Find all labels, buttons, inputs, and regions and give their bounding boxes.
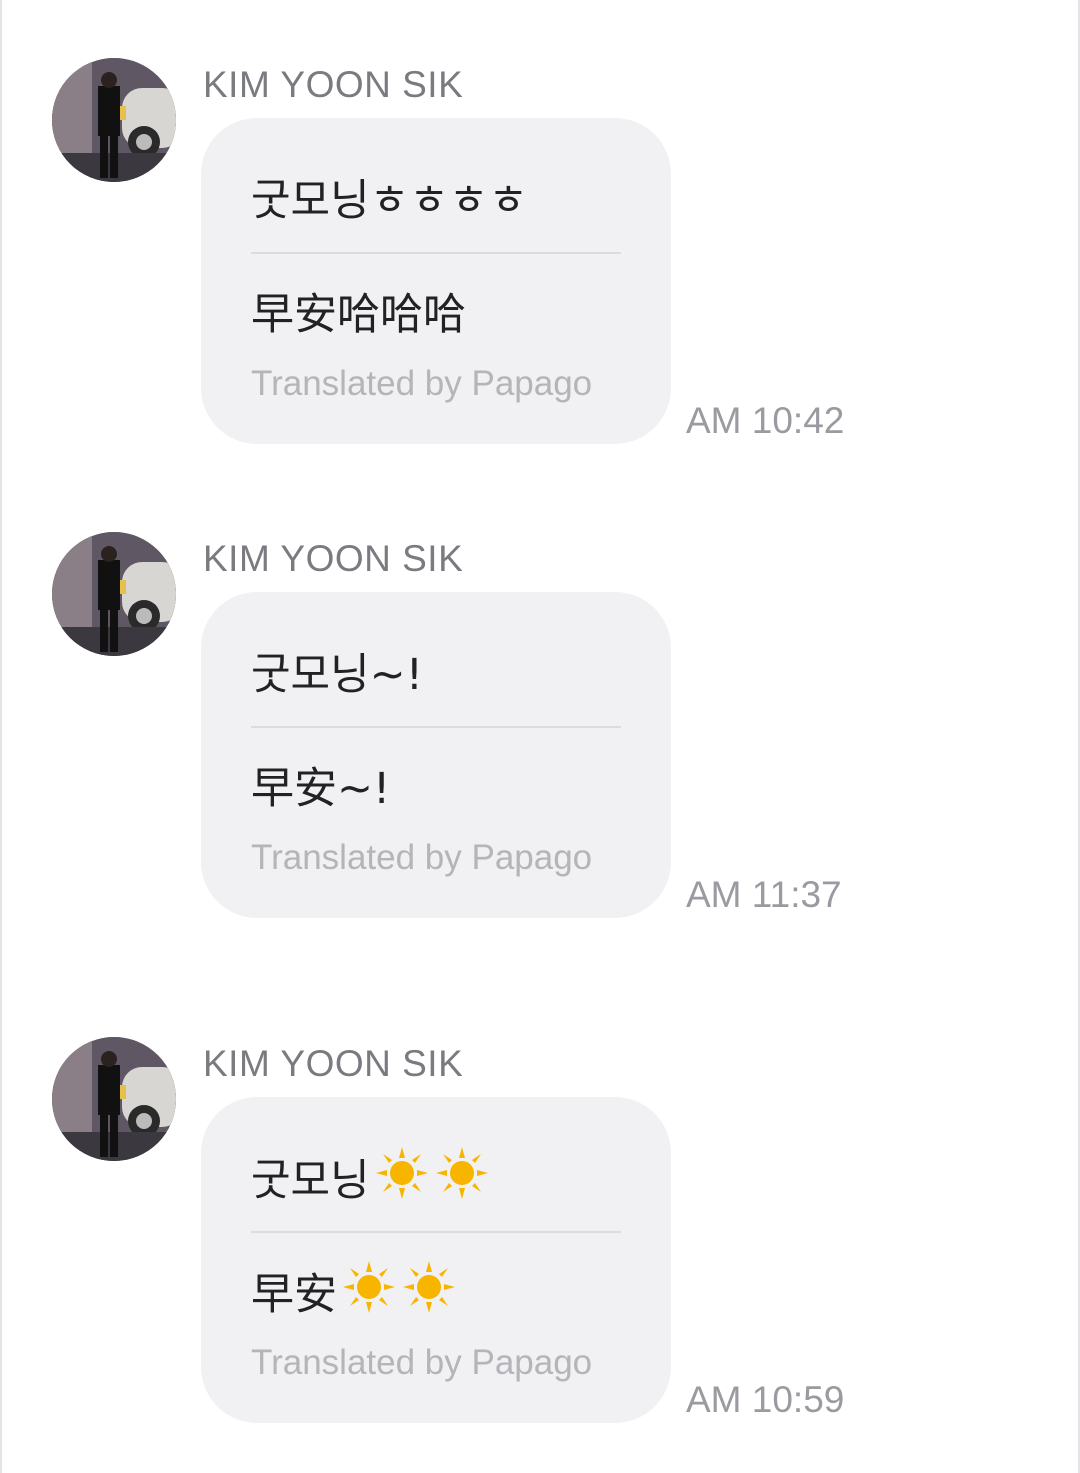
translated-text: 早安哈哈哈 [251, 290, 466, 340]
translated-text: 早安~! [251, 764, 391, 814]
timestamp: AM 10:59 [686, 1379, 845, 1420]
avatar[interactable] [52, 58, 176, 182]
sender-name: KIM YOON SIK [203, 538, 464, 579]
message-bubble[interactable]: 굿모닝 早安 Translated by Papago [201, 1097, 671, 1423]
message: KIM YOON SIK 굿모닝ㅎㅎㅎㅎ 早安哈哈哈 Translated by… [2, 58, 1080, 458]
chat-view[interactable]: KIM YOON SIK 굿모닝ㅎㅎㅎㅎ 早安哈哈哈 Translated by… [0, 0, 1080, 1473]
divider [251, 1231, 621, 1233]
avatar[interactable] [52, 1037, 176, 1161]
timestamp: AM 11:37 [686, 874, 842, 915]
translated-text: 早安 [251, 1270, 337, 1320]
translation-credit: Translated by Papago [251, 364, 593, 403]
sun-icon [341, 1259, 397, 1326]
sun-icon [374, 1145, 430, 1212]
message: KIM YOON SIK 굿모닝~! 早安~! Translated by Pa… [2, 532, 1080, 932]
translation-credit: Translated by Papago [251, 1343, 593, 1382]
divider [251, 726, 621, 728]
message: KIM YOON SIK 굿모닝 早安 Translated by Papago… [2, 1037, 1080, 1437]
timestamp: AM 10:42 [686, 400, 845, 441]
original-line: 굿모닝 [251, 1145, 490, 1212]
message-bubble[interactable]: 굿모닝~! 早安~! Translated by Papago [201, 592, 671, 918]
original-text: 굿모닝~! [251, 650, 423, 700]
translation-credit: Translated by Papago [251, 838, 593, 877]
sender-name: KIM YOON SIK [203, 64, 464, 105]
sender-name: KIM YOON SIK [203, 1043, 464, 1084]
message-bubble[interactable]: 굿모닝ㅎㅎㅎㅎ 早安哈哈哈 Translated by Papago [201, 118, 671, 444]
divider [251, 252, 621, 254]
original-text: 굿모닝 [251, 1156, 370, 1206]
avatar[interactable] [52, 532, 176, 656]
translated-line: 早安 [251, 1259, 457, 1326]
sun-icon [434, 1145, 490, 1212]
original-text: 굿모닝ㅎㅎㅎㅎ [251, 176, 528, 226]
sun-icon [401, 1259, 457, 1326]
